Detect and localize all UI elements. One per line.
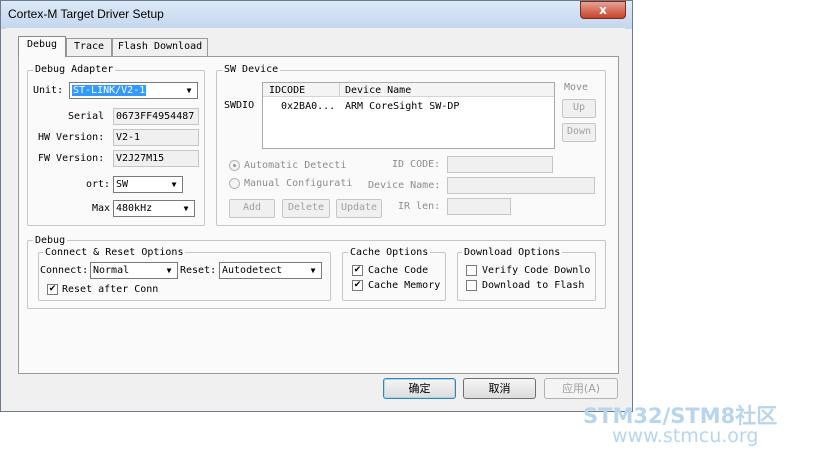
reset-select[interactable]: Autodetect ▼ (219, 262, 322, 279)
tab-trace-label: Trace (73, 41, 105, 52)
apply-button[interactable]: 应用(A) (544, 378, 618, 399)
unit-label: Unit: (33, 85, 64, 96)
port-select[interactable]: SW ▼ (113, 176, 183, 193)
swdio-label: SWDIO (224, 100, 255, 111)
column-idcode[interactable]: IDCODE (269, 85, 305, 97)
chevron-down-icon: ▼ (186, 86, 192, 95)
debug-legend: Debug (33, 235, 68, 246)
manual-config-radio[interactable] (229, 178, 240, 189)
update-button[interactable]: Update (336, 199, 382, 218)
id-code-field[interactable] (447, 156, 553, 173)
tab-flash-download[interactable]: Flash Download (112, 38, 208, 56)
tab-flash-download-label: Flash Download (117, 41, 203, 52)
hw-version-label: HW Version: (38, 132, 105, 143)
move-down-button[interactable]: Down (562, 123, 596, 142)
auto-detect-label: Automatic Detecti (244, 160, 347, 171)
port-value: SW (116, 179, 129, 190)
cancel-button[interactable]: 取消 (463, 378, 536, 399)
column-divider[interactable] (339, 83, 340, 97)
verify-code-checkbox[interactable] (466, 265, 477, 276)
auto-detect-radio[interactable] (229, 160, 240, 171)
ir-len-field[interactable] (447, 198, 511, 215)
move-label: Move (564, 82, 589, 93)
add-button[interactable]: Add (229, 199, 275, 218)
table-row[interactable]: 0x2BA0... ARM CoreSight SW-DP (263, 99, 554, 113)
cache-options-legend: Cache Options (348, 247, 431, 258)
fw-version-label: FW Version: (38, 153, 105, 164)
verify-code-label: Verify Code Downlo (482, 265, 591, 276)
sw-device-legend: SW Device (222, 64, 281, 75)
column-device-name[interactable]: Device Name (345, 85, 411, 97)
fw-version-field: V2J27M15 (113, 150, 199, 167)
row-device-name: ARM CoreSight SW-DP (345, 101, 460, 112)
connect-select[interactable]: Normal ▼ (90, 262, 178, 279)
reset-after-conn-checkbox[interactable]: ✔ (47, 284, 58, 295)
tab-debug-label: Debug (26, 39, 58, 50)
reset-value: Autodetect (222, 265, 283, 276)
window-title: Cortex-M Target Driver Setup (8, 7, 164, 21)
connect-reset-legend: Connect & Reset Options (43, 247, 186, 258)
device-name-field[interactable] (447, 177, 595, 194)
move-up-button[interactable]: Up (562, 99, 596, 118)
row-idcode: 0x2BA0... (281, 101, 336, 112)
max-clock-select[interactable]: 480kHz ▼ (113, 200, 195, 217)
cache-memory-label: Cache Memory (368, 280, 441, 291)
device-list[interactable]: IDCODE Device Name 0x2BA0... ARM CoreSig… (262, 82, 555, 149)
close-button[interactable]: x (580, 1, 626, 19)
download-options-legend: Download Options (462, 247, 563, 258)
tab-debug[interactable]: Debug (18, 36, 66, 57)
id-code-label: ID CODE: (392, 159, 441, 170)
chevron-down-icon: ▼ (183, 204, 189, 213)
cache-code-checkbox[interactable]: ✔ (352, 265, 363, 276)
chevron-down-icon: ▼ (171, 180, 177, 189)
chevron-down-icon: ▼ (310, 266, 316, 275)
download-flash-label: Download to Flash (482, 280, 585, 291)
hw-version-field: V2-1 (113, 129, 199, 146)
chevron-down-icon: ▼ (166, 266, 172, 275)
device-name-label: Device Name: (368, 180, 441, 191)
unit-select[interactable]: ST-LINK/V2-1 ▼ (69, 82, 198, 99)
manual-config-label: Manual Configurati (244, 178, 352, 189)
max-clock-label: Max (92, 203, 111, 214)
reset-after-conn-label: Reset after Conn (62, 284, 159, 295)
delete-button[interactable]: Delete (282, 199, 330, 218)
ok-button[interactable]: 确定 (383, 378, 456, 399)
max-clock-value: 480kHz (116, 203, 153, 214)
download-flash-checkbox[interactable] (466, 280, 477, 291)
ir-len-label: IR len: (398, 201, 441, 212)
watermark-url: www.stmcu.org (612, 425, 759, 447)
serial-field: 0673FF4954487 (113, 108, 199, 125)
cache-memory-checkbox[interactable]: ✔ (352, 280, 363, 291)
cache-code-label: Cache Code (368, 265, 429, 276)
serial-label: Serial (68, 111, 105, 122)
connect-value: Normal (93, 265, 130, 276)
port-label: ort: (86, 179, 111, 190)
debug-adapter-legend: Debug Adapter (33, 64, 116, 75)
connect-label: Connect: (40, 265, 89, 276)
tab-trace[interactable]: Trace (66, 38, 112, 56)
reset-label: Reset: (180, 265, 217, 276)
unit-value: ST-LINK/V2-1 (72, 85, 147, 96)
